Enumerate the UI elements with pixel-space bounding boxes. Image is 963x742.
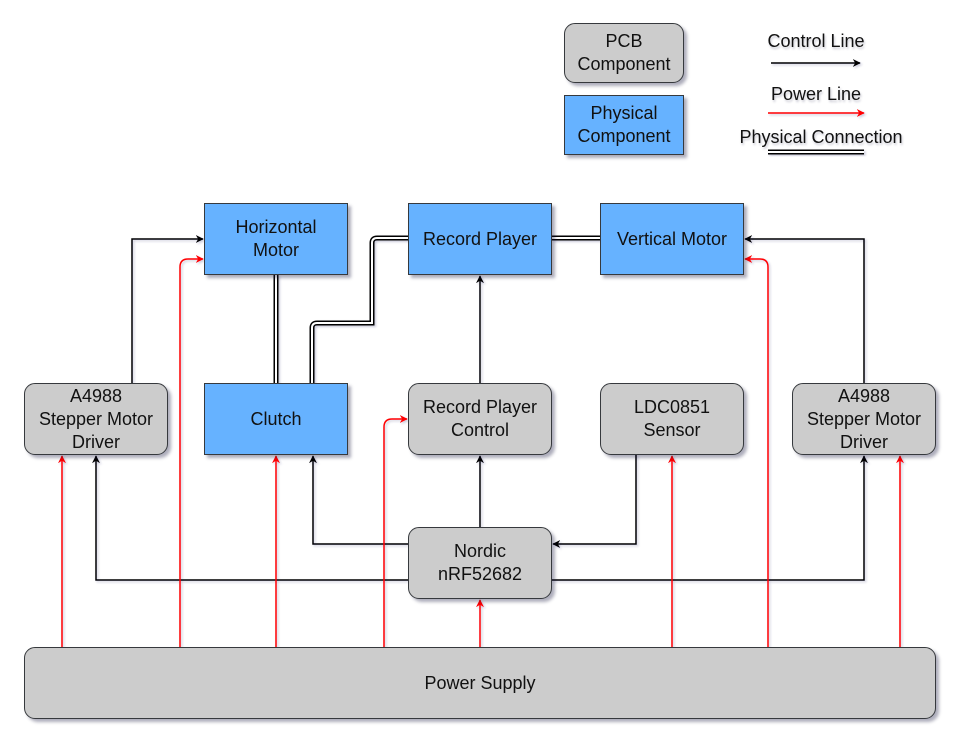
nordic-mcu-box: Nordic nRF52682 xyxy=(408,527,552,599)
component-label-line: Control xyxy=(450,420,510,440)
legend-physical-line: Physical xyxy=(590,103,658,123)
component-label-line: Vertical Motor xyxy=(616,228,728,249)
component-label-line: Stepper Motor xyxy=(38,408,154,429)
control-line-driver-right-to-vertical-motor xyxy=(744,235,865,383)
component-label-line: Motor xyxy=(252,240,299,260)
legend-physical-component-box: Physical Component xyxy=(564,95,684,155)
power-line-power-supply-to-record-player-control xyxy=(383,415,408,647)
record-player-control-box: Record Player Control xyxy=(408,383,552,455)
component-label-line: Stepper Motor xyxy=(806,408,922,429)
component-label-line: A4988 xyxy=(69,385,123,406)
power-line-power-supply-to-horizontal-motor xyxy=(179,255,204,647)
power-supply-box: Power Supply xyxy=(24,647,936,719)
component-label-line: Record Player xyxy=(422,397,538,417)
vertical-motor-box: Vertical Motor xyxy=(600,203,744,275)
horizontal-motor-box: Horizontal Motor xyxy=(204,203,348,275)
legend-pcb-line: Component xyxy=(577,54,671,74)
legend-physical-connection-label: Physical Connection xyxy=(739,127,903,147)
stepper-driver-right-box: A4988 Stepper Motor Driver xyxy=(792,383,936,455)
component-label-line: Nordic xyxy=(453,541,506,561)
component-label-line: A4988 xyxy=(837,385,891,406)
legend-pcb-component-box: PCB Component xyxy=(564,23,684,83)
legend-pcb-line: PCB xyxy=(605,31,643,51)
component-label-line: Sensor xyxy=(643,420,701,440)
control-line-sensor-to-nordic xyxy=(552,455,637,548)
component-label-line: LDC0851 xyxy=(633,397,711,417)
component-label-line: nRF52682 xyxy=(437,564,523,584)
component-label-line: Record Player xyxy=(422,228,538,249)
clutch-box: Clutch xyxy=(204,383,348,455)
control-line-nordic-to-driver-left xyxy=(92,455,408,581)
legend-power-line-label: Power Line xyxy=(770,84,862,104)
connection-layer xyxy=(58,59,904,647)
component-label-line: Power Supply xyxy=(424,672,536,693)
component-label-line: Driver xyxy=(840,431,888,452)
component-label-line: Driver xyxy=(72,431,120,452)
power-line-power-supply-to-vertical-motor xyxy=(744,255,769,647)
ldc0851-sensor-box: LDC0851 Sensor xyxy=(600,383,744,455)
legend-control-line-label: Control Line xyxy=(767,31,865,51)
control-line-nordic-to-driver-right xyxy=(552,455,868,581)
component-label-line: Horizontal xyxy=(235,217,317,237)
record-player-box: Record Player xyxy=(408,203,552,275)
stepper-driver-left-box: A4988 Stepper Motor Driver xyxy=(24,383,168,455)
component-label-line: Clutch xyxy=(250,408,302,429)
control-line-nordic-to-clutch xyxy=(309,455,408,545)
legend-physical-line: Component xyxy=(577,126,671,146)
control-line-driver-left-to-horizontal-motor xyxy=(131,235,204,383)
